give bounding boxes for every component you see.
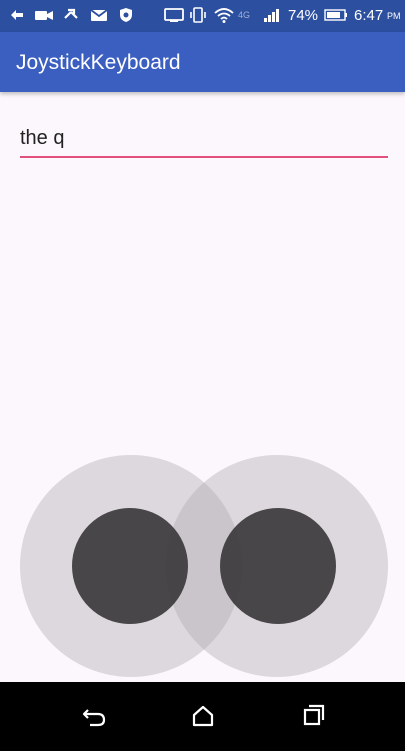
- app-bar: JoystickKeyboard: [0, 32, 405, 92]
- battery-icon: [324, 9, 347, 21]
- clock-suffix: PM: [387, 11, 401, 21]
- clock: 6:47: [354, 7, 384, 24]
- vibrate-icon: [190, 7, 206, 23]
- text-input-value: the q: [20, 127, 65, 149]
- home-icon[interactable]: [185, 698, 221, 734]
- wifi-icon: [214, 8, 234, 23]
- back-icon[interactable]: [76, 698, 112, 734]
- right-joystick-knob[interactable]: [220, 508, 336, 624]
- network-type-label: 4G: [238, 10, 251, 20]
- joystick-keyboard: [0, 440, 405, 682]
- back-arrow-icon: [11, 10, 23, 20]
- battery-percent: 74%: [288, 7, 319, 24]
- app-title: JoystickKeyboard: [16, 51, 181, 74]
- usb-icon: [64, 8, 78, 19]
- mail-icon: [90, 9, 108, 21]
- status-bar: 4G 74% 6:47 PM: [0, 0, 405, 32]
- left-joystick-knob[interactable]: [72, 508, 188, 624]
- cast-icon: [164, 8, 184, 22]
- video-icon: [35, 11, 53, 20]
- signal-icon: [264, 9, 279, 22]
- recents-icon[interactable]: [296, 698, 332, 734]
- text-input-field[interactable]: the q: [20, 118, 388, 158]
- shield-icon: [120, 8, 132, 22]
- navigation-bar: [0, 682, 405, 751]
